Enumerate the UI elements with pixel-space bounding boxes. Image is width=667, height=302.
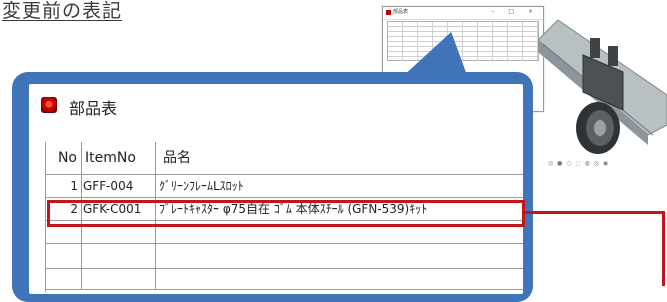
column-header-name[interactable]: 品名 [155,142,523,174]
cell-itemno [81,269,156,289]
cell-name [155,269,523,289]
cell-itemno [81,244,156,268]
mini-window-controls: – □ × [491,8,539,15]
app-icon [41,97,57,113]
render-toolbar[interactable]: ◎ ● ○ ◌ ◍ ◎ ◉ [548,160,609,167]
window-title: 部品表 [69,99,118,118]
table-row[interactable]: 1 GFF-004 ｸﾞﾘｰﾝﾌﾚｰﾑLｽﾛｯﾄ [45,175,523,198]
column-header-itemno[interactable]: ItemNo [81,142,156,174]
cell-no [45,244,82,268]
cell-name: ｸﾞﾘｰﾝﾌﾚｰﾑLｽﾛｯﾄ [159,179,244,193]
cell-no: 1 [45,175,82,197]
cell-no [45,269,82,289]
table-header-row: No ItemNo 品名 [45,142,523,175]
app-icon [386,10,391,15]
row-highlight-box [47,200,525,227]
connector-line-horizontal [525,211,665,214]
cell-name [155,244,523,268]
caster-3d-render [538,19,667,154]
column-header-no[interactable]: No [45,142,82,174]
connector-line-vertical [662,211,665,286]
cell-itemno: GFF-004 [81,175,156,197]
table-row[interactable] [45,269,523,290]
table-row[interactable] [45,244,523,269]
page-title: 変更前の表記 [2,0,123,22]
parts-list-window: 部品表 No ItemNo 品名 1 GFF-004 ｸﾞﾘｰﾝﾌﾚｰﾑLｽﾛｯ… [29,84,523,294]
mini-titlebar: 部品表 – □ × [383,7,543,20]
mini-window-title: 部品表 [393,9,409,15]
